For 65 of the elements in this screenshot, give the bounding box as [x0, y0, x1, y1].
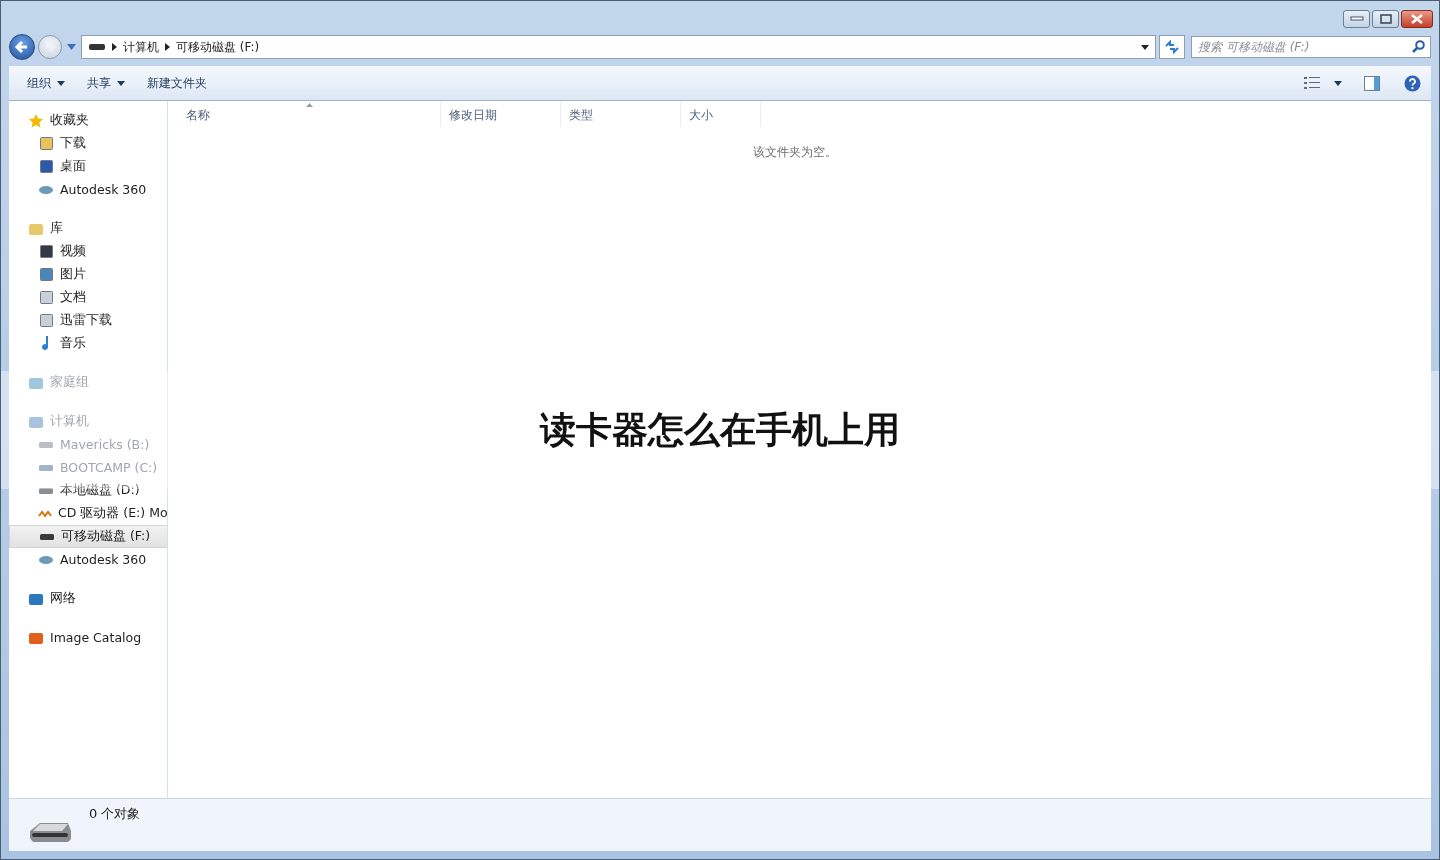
- history-dropdown-icon[interactable]: [67, 44, 76, 50]
- column-header[interactable]: 修改日期: [441, 101, 561, 127]
- toolbar-button[interactable]: 组织: [19, 70, 73, 96]
- nav-group[interactable]: 收藏夹: [9, 109, 167, 132]
- nav-group[interactable]: 库: [9, 217, 167, 240]
- empty-folder-message: 该文件夹为空。: [751, 144, 838, 161]
- arrow-icon: [14, 39, 30, 55]
- minimize-icon: [1349, 16, 1364, 22]
- dropdown-icon[interactable]: [1334, 80, 1342, 86]
- address-bar[interactable]: 计算机 可移动磁盘 (F:): [81, 35, 1156, 59]
- chevron-icon[interactable]: [165, 43, 170, 51]
- nav-item[interactable]: 下载: [9, 132, 167, 155]
- maximize-icon: [1379, 14, 1392, 24]
- cd-drive-icon: [38, 510, 52, 517]
- nav-item[interactable]: 可移动磁盘 (F:): [9, 525, 167, 548]
- nav-item[interactable]: 迅雷下载: [9, 309, 167, 332]
- nav-item[interactable]: 桌面: [9, 155, 167, 178]
- column-header[interactable]: 类型: [561, 101, 681, 127]
- refresh-icon: [1164, 40, 1180, 54]
- nav-item[interactable]: 本地磁盘 (D:): [9, 479, 167, 502]
- nav-icon: [39, 314, 53, 327]
- breadcrumb[interactable]: 计算机: [123, 38, 159, 56]
- cloud-icon: [39, 185, 53, 194]
- refresh-button[interactable]: [1159, 35, 1185, 59]
- preview-pane-icon[interactable]: [1364, 75, 1380, 91]
- search-icon[interactable]: [1412, 40, 1425, 53]
- star-icon: [28, 112, 44, 129]
- toolbar-button[interactable]: 共享: [79, 70, 133, 96]
- nav-item[interactable]: 图片: [9, 263, 167, 286]
- chevron-icon[interactable]: [112, 43, 117, 51]
- caption-title: 读卡器怎么在手机上用: [540, 407, 900, 452]
- drive-icon: [88, 43, 106, 51]
- nav-icon: [39, 137, 53, 150]
- nav-icon: [39, 291, 53, 304]
- drive-icon: [39, 487, 53, 494]
- help-icon[interactable]: [1404, 74, 1421, 92]
- nav-item[interactable]: Autodesk 360: [9, 178, 167, 201]
- search-field[interactable]: 搜索 可移动磁盘 (F:): [1191, 36, 1431, 58]
- maximize-button[interactable]: [1372, 10, 1399, 28]
- dropdown-icon[interactable]: [1141, 44, 1149, 50]
- nav-item[interactable]: Autodesk 360: [9, 548, 167, 571]
- nav-item[interactable]: 音乐: [9, 332, 167, 355]
- column-header[interactable]: 大小: [681, 101, 761, 127]
- back-button[interactable]: [9, 34, 35, 60]
- nav-icon: [39, 245, 53, 258]
- item-count: 0 个对象: [89, 805, 141, 823]
- drive-icon: [39, 441, 53, 448]
- nav-item[interactable]: 视频: [9, 240, 167, 263]
- nav-item[interactable]: CD 驱动器 (E:) Mo: [9, 502, 167, 525]
- drive-icon: [39, 464, 53, 471]
- nav-group[interactable]: Image Catalog: [9, 626, 167, 649]
- sort-icon: [306, 103, 313, 107]
- drive-icon: [40, 533, 54, 540]
- music-note-icon: [42, 336, 50, 351]
- nav-icon: [39, 160, 53, 173]
- close-button[interactable]: [1401, 10, 1433, 28]
- minimize-button[interactable]: [1343, 10, 1370, 28]
- close-icon: [1410, 14, 1424, 24]
- nav-icon: [39, 268, 53, 281]
- cloud-icon: [39, 555, 53, 564]
- toolbar-button[interactable]: 新建文件夹: [139, 70, 215, 96]
- view-options-icon[interactable]: [1304, 77, 1320, 89]
- breadcrumb[interactable]: 可移动磁盘 (F:): [176, 38, 260, 56]
- nav-item[interactable]: 文档: [9, 286, 167, 309]
- nav-group[interactable]: 网络: [9, 587, 167, 610]
